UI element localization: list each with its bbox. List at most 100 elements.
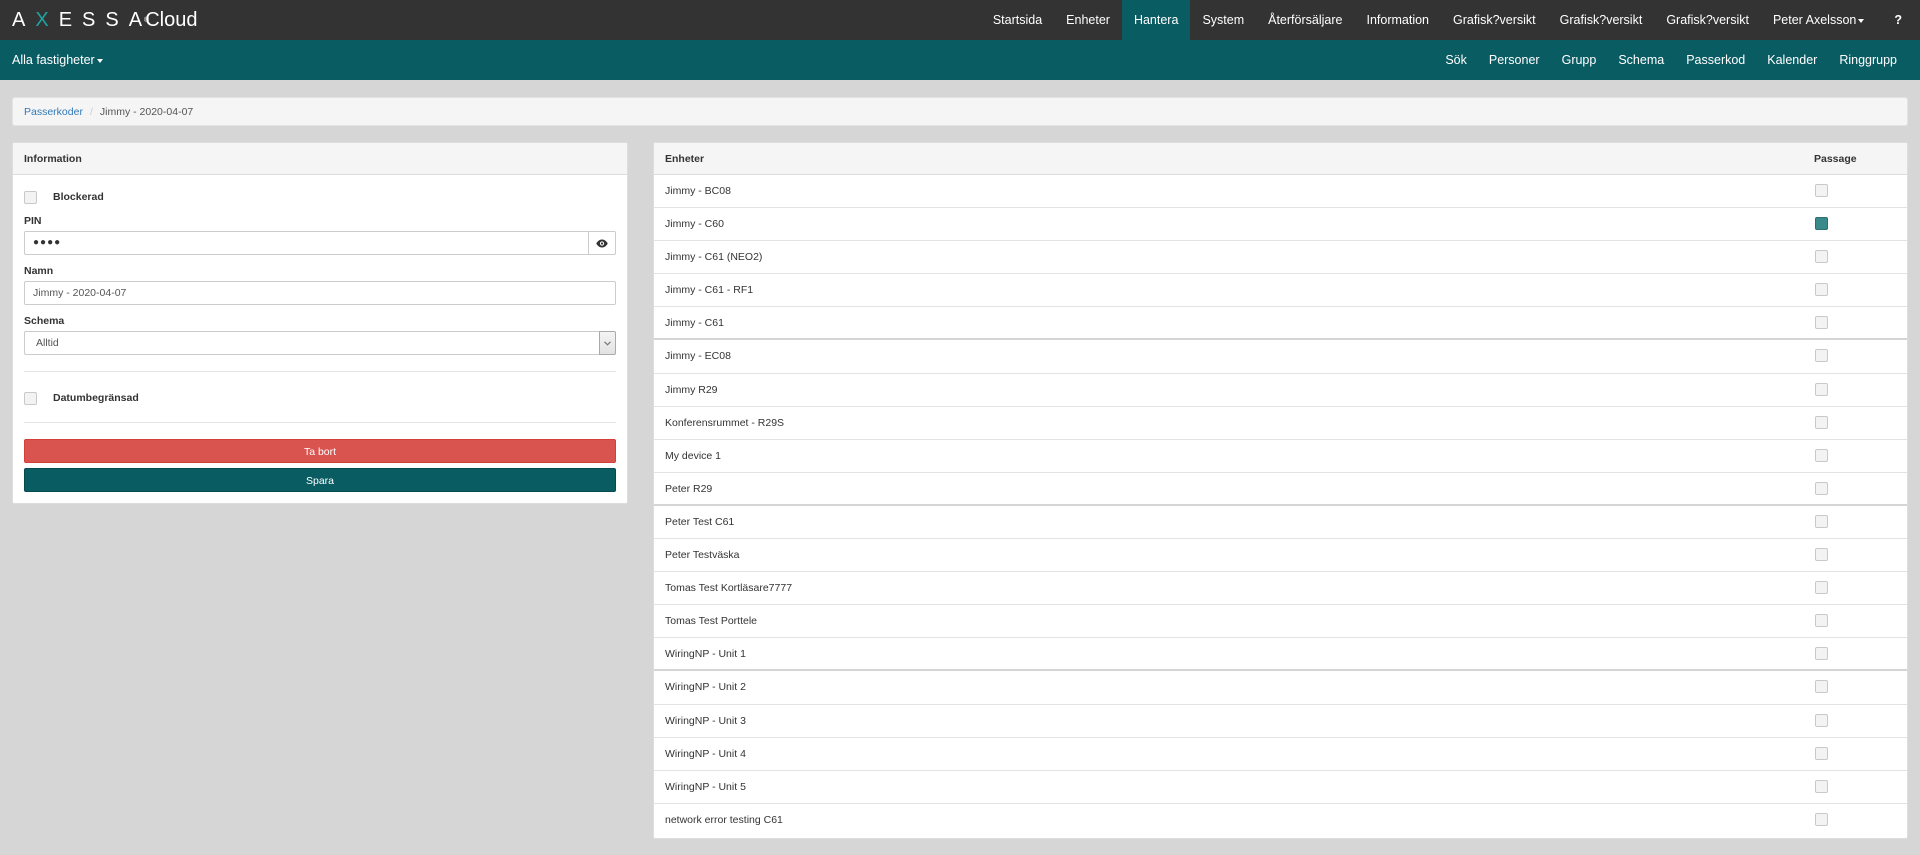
- property-selector[interactable]: Alla fastigheter: [12, 40, 103, 80]
- name-label: Namn: [24, 265, 54, 277]
- pin-input[interactable]: ●●●●: [24, 231, 589, 255]
- user-menu-label: Peter Axelsson: [1772, 13, 1857, 27]
- device-name: Jimmy R29: [665, 383, 718, 396]
- subnav-item-personer[interactable]: Personer: [1478, 40, 1551, 80]
- device-name: WiringNP - Unit 3: [665, 714, 746, 727]
- topnav-item-hantera[interactable]: Hantera: [1121, 0, 1191, 40]
- device-name: Peter Test C61: [665, 515, 735, 528]
- passage-checkbox[interactable]: [1815, 250, 1828, 264]
- save-button[interactable]: Spara: [24, 468, 616, 492]
- device-name: WiringNP - Unit 1: [665, 648, 746, 661]
- help-button[interactable]: ?: [1876, 0, 1920, 40]
- device-name: Tomas Test Porttele: [665, 615, 758, 628]
- subnav-item-passerkod[interactable]: Passerkod: [1675, 40, 1756, 80]
- passage-checkbox[interactable]: [1815, 481, 1828, 495]
- passage-checkbox[interactable]: [1815, 614, 1828, 628]
- breadcrumb-link-passerkoder[interactable]: Passerkoder: [24, 106, 83, 118]
- caret-down-icon: [96, 58, 103, 63]
- device-name: Jimmy - C61 - RF1: [665, 284, 754, 297]
- subnav-item-schema[interactable]: Schema: [1607, 40, 1675, 80]
- passage-checkbox[interactable]: [1815, 283, 1828, 297]
- passage-checkbox[interactable]: [1815, 514, 1828, 528]
- device-name: Konferensrummet - R29S: [665, 416, 785, 429]
- topnav-item-grafisk-oversikt-3[interactable]: Grafisk?versikt: [1654, 0, 1761, 40]
- divider: [24, 422, 616, 423]
- device-name: Jimmy - C61: [665, 317, 724, 330]
- table-row: Tomas Test Porttele: [654, 605, 1907, 639]
- date-limited-label: Datumbegränsad: [53, 392, 139, 404]
- passage-checkbox[interactable]: [1815, 316, 1828, 330]
- subnav-item-ringgrupp[interactable]: Ringgrupp: [1828, 40, 1920, 80]
- passage-checkbox[interactable]: [1815, 217, 1828, 231]
- passage-checkbox[interactable]: [1815, 581, 1828, 595]
- top-menu: Startsida Enheter Hantera System Återför…: [981, 0, 1920, 40]
- delete-button[interactable]: Ta bort: [24, 439, 616, 463]
- table-row: Jimmy - C61: [654, 307, 1907, 341]
- axessa-cloud-logo[interactable]: AXESSA ® Cloud: [12, 0, 197, 40]
- topnav-item-startsida[interactable]: Startsida: [981, 0, 1054, 40]
- information-panel-title: Information: [13, 143, 627, 175]
- passage-checkbox[interactable]: [1815, 382, 1828, 396]
- table-row: Tomas Test Kortläsare7777: [654, 572, 1907, 606]
- subnav-item-grupp[interactable]: Grupp: [1551, 40, 1608, 80]
- device-name: Jimmy - C61 (NEO2): [665, 251, 763, 264]
- pin-input-group: ●●●●: [24, 231, 616, 255]
- schedule-select[interactable]: Alltid: [24, 331, 616, 355]
- name-input[interactable]: Jimmy - 2020-04-07: [24, 281, 616, 305]
- caret-down-icon: [1858, 18, 1865, 23]
- passage-checkbox[interactable]: [1815, 548, 1828, 562]
- topnav-item-grafisk-oversikt-1[interactable]: Grafisk?versikt: [1441, 0, 1548, 40]
- table-row: Jimmy - EC08: [654, 340, 1907, 374]
- name-input-group: Jimmy - 2020-04-07: [24, 281, 616, 305]
- table-row: WiringNP - Unit 5: [654, 771, 1907, 804]
- table-row: Jimmy R29: [654, 374, 1907, 407]
- column-header-passage: Passage: [1814, 153, 1857, 165]
- topnav-item-aterforsaljare[interactable]: Återförsäljare: [1256, 0, 1354, 40]
- device-name: WiringNP - Unit 2: [665, 681, 746, 694]
- table-row: Peter Testväska: [654, 539, 1907, 573]
- passage-checkbox[interactable]: [1815, 680, 1828, 694]
- blocked-label: Blockerad: [53, 191, 104, 203]
- select-arrow[interactable]: [599, 331, 616, 355]
- information-form: Blockerad PIN ●●●● Namn Jimmy - 2020-04-…: [13, 175, 627, 502]
- blocked-checkbox[interactable]: [24, 190, 37, 204]
- topnav-item-system[interactable]: System: [1190, 0, 1256, 40]
- column-header-devices: Enheter: [665, 153, 705, 165]
- device-name: WiringNP - Unit 5: [665, 780, 746, 793]
- device-name: Jimmy - C60: [665, 218, 724, 231]
- table-row: Peter R29: [654, 473, 1907, 506]
- user-menu[interactable]: Peter Axelsson: [1761, 0, 1876, 40]
- device-name: Jimmy - BC08: [665, 185, 731, 197]
- table-row: Jimmy - C61 (NEO2): [654, 241, 1907, 275]
- table-row: network error testing C61: [654, 804, 1907, 837]
- table-row: Jimmy - BC08: [654, 175, 1907, 209]
- subnav-item-kalender[interactable]: Kalender: [1756, 40, 1828, 80]
- sub-navbar: Alla fastigheter Sök Personer Grupp Sche…: [0, 40, 1920, 80]
- table-row: My device 1: [654, 440, 1907, 473]
- passage-checkbox[interactable]: [1815, 184, 1828, 197]
- passage-checkbox[interactable]: [1815, 448, 1828, 462]
- device-name: Peter Testväska: [665, 549, 740, 562]
- subnav-item-sok[interactable]: Sök: [1434, 40, 1478, 80]
- topnav-item-enheter[interactable]: Enheter: [1054, 0, 1122, 40]
- logo-wordmark: AXESSA: [12, 8, 153, 31]
- passage-checkbox[interactable]: [1815, 746, 1828, 760]
- table-row: Konferensrummet - R29S: [654, 407, 1907, 440]
- topnav-item-information[interactable]: Information: [1354, 0, 1441, 40]
- passage-checkbox[interactable]: [1815, 812, 1828, 826]
- topnav-item-grafisk-oversikt-2[interactable]: Grafisk?versikt: [1548, 0, 1655, 40]
- passage-checkbox[interactable]: [1815, 415, 1828, 429]
- table-row: WiringNP - Unit 1: [654, 638, 1907, 672]
- device-name: network error testing C61: [665, 813, 783, 826]
- show-pin-button[interactable]: [589, 231, 616, 255]
- passage-checkbox[interactable]: [1815, 647, 1828, 661]
- devices-panel: Enheter Passage Jimmy - BC08 Jimmy - C60…: [653, 142, 1908, 839]
- date-limited-row: Datumbegränsad: [24, 388, 616, 408]
- logo-cloud-text: Cloud: [145, 8, 198, 31]
- table-row: WiringNP - Unit 2: [654, 671, 1907, 705]
- passage-checkbox[interactable]: [1815, 779, 1828, 793]
- device-name: Jimmy - EC08: [665, 350, 731, 363]
- date-limited-checkbox[interactable]: [24, 391, 37, 405]
- passage-checkbox[interactable]: [1815, 349, 1828, 363]
- passage-checkbox[interactable]: [1815, 713, 1828, 727]
